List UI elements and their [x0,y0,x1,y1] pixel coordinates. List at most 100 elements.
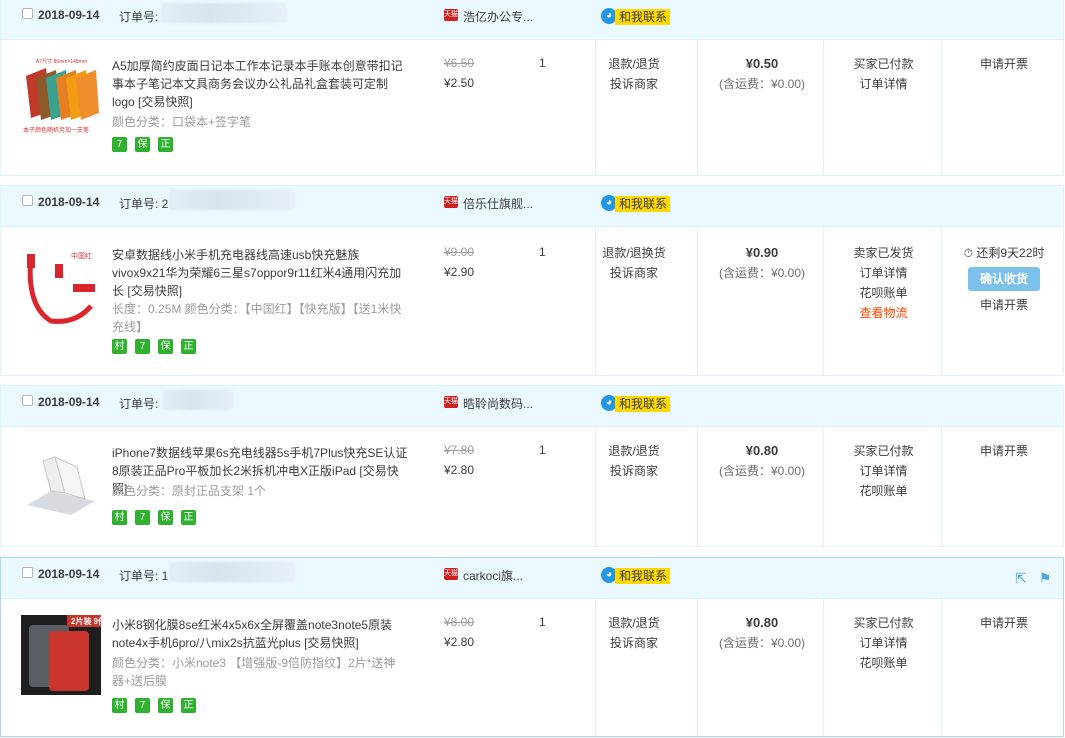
order-number-redacted [169,562,294,582]
invoice-link[interactable]: 申请开票 [944,295,1064,315]
refund-link[interactable]: 退款/退货 [598,54,670,74]
guarantee-icon[interactable]: 保 [158,698,173,713]
original-price: ¥8.00 [444,615,475,629]
complain-link[interactable]: 投诉商家 [598,633,670,653]
snapshot-link[interactable]: [交易快照] [304,636,359,650]
refund-link[interactable]: 退款/退货 [598,441,670,461]
unit-price: ¥2.90 [444,265,475,279]
shop-name[interactable]: 晧聆尚数码... [463,395,533,412]
order-number-label: 订单号: [119,397,159,411]
order-status: 买家已付款 订单详情 花呗账单 [826,613,941,673]
complain-link[interactable]: 投诉商家 [598,74,670,94]
order-actions: 申请开票 [944,613,1064,633]
seven-day-return-icon[interactable]: 7 [112,137,127,152]
guarantee-icon[interactable]: 保 [135,137,150,152]
order-detail-link[interactable]: 订单详情 [826,633,941,653]
unit-price: ¥2.50 [444,76,475,90]
huabei-bill-link[interactable]: 花呗账单 [826,283,941,303]
snapshot-link[interactable]: [交易快照] [127,284,182,298]
order-detail-link[interactable]: 订单详情 [826,74,941,94]
status-text: 卖家已发货 [853,246,914,260]
product-thumbnail[interactable]: 中国红 [21,246,101,326]
product-sku: 颜色分类：原封正品支架 1个 [112,484,267,498]
order-checkbox[interactable] [22,8,33,19]
seven-day-return-icon[interactable]: 7 [135,339,150,354]
product-thumbnail[interactable]: 2片装 9倍 [21,615,101,695]
huabei-bill-link[interactable]: 花呗账单 [826,481,941,501]
service-badges: 7保正 [112,137,181,153]
product-title[interactable]: 小米8钢化膜8se红米4x5x6x全屏覆盖note3note5原装note4x手… [112,616,410,652]
order-checkbox[interactable] [22,567,33,578]
item-operations: 退款/退货 投诉商家 [598,441,670,481]
tmall-icon: 天猫 [444,568,458,580]
shop-name[interactable]: 浩亿办公专... [463,8,533,25]
shop-name[interactable]: carkoci旗... [463,567,523,584]
clock-icon: ⏱ [963,246,973,260]
product-thumbnail[interactable] [21,443,101,523]
order-header: 2018-09-14 订单号: 天猫 浩亿办公专... ◕ 和我联系 [1,0,1063,40]
seven-day-return-icon[interactable]: 7 [135,698,150,713]
svg-text:2片装 9倍: 2片装 9倍 [71,616,101,626]
guarantee-icon[interactable]: 保 [158,510,173,525]
status-text: 买家已付款 [853,616,914,630]
order-date: 2018-09-14 [38,567,100,581]
genuine-icon[interactable]: 正 [181,510,196,525]
village-icon[interactable]: 村 [112,698,127,713]
order-total: ¥0.80 (含运费：¥0.00) [718,443,806,478]
flag-icon[interactable]: ⚑ [1037,570,1053,586]
order-card: 2018-09-14 订单号: 1 天猫 carkoci旗... ◕ 和我联系 ⇱… [0,557,1064,737]
original-price: ¥6.50 [444,56,475,70]
genuine-icon[interactable]: 正 [181,339,196,354]
product-sku: 颜色分类：小米note3 【增强版-9倍防指纹】2片*送神器+送后膜 [112,656,396,688]
order-header: 2018-09-14 订单号: 1 天猫 carkoci旗... ◕ 和我联系 ⇱… [1,558,1063,599]
countdown: ⏱ 还剩9天22时 [963,246,1045,260]
order-number-label: 订单号: 1 [119,569,169,583]
order-detail-link[interactable]: 订单详情 [826,263,941,283]
seven-day-return-icon[interactable]: 7 [135,510,150,525]
order-detail-link[interactable]: 订单详情 [826,461,941,481]
view-logistics-link[interactable]: 查看物流 [826,303,941,323]
quantity: 1 [539,56,546,70]
complain-link[interactable]: 投诉商家 [598,461,670,481]
invoice-link[interactable]: 申请开票 [944,441,1064,461]
order-checkbox[interactable] [22,195,33,206]
status-text: 买家已付款 [853,444,914,458]
order-status: 买家已付款 订单详情 花呗账单 [826,441,941,501]
snapshot-link[interactable]: [交易快照] [138,95,193,109]
village-icon[interactable]: 村 [112,510,127,525]
order-total: ¥0.80 (含运费：¥0.00) [718,615,806,650]
tmall-icon: 天猫 [444,196,458,208]
order-number-redacted [169,190,294,210]
order-checkbox[interactable] [22,395,33,406]
huabei-bill-link[interactable]: 花呗账单 [826,653,941,673]
order-actions: ⏱ 还剩9天22时 确认收货 申请开票 [944,243,1064,315]
guarantee-icon[interactable]: 保 [158,339,173,354]
confirm-receipt-button[interactable]: 确认收货 [968,267,1040,291]
complain-link[interactable]: 投诉商家 [598,263,670,283]
quantity: 1 [539,245,546,259]
invoice-link[interactable]: 申请开票 [944,54,1064,74]
order-header: 2018-09-14 订单号: 天猫 晧聆尚数码... ◕ 和我联系 [1,386,1063,427]
tmall-icon: 天猫 [444,396,458,408]
order-number-redacted [161,3,286,23]
item-operations: 退款/退货 投诉商家 [598,613,670,653]
svg-text:中国红: 中国红 [71,251,92,260]
share-icon[interactable]: ⇱ [1013,570,1029,586]
refund-link[interactable]: 退款/退换货 [598,243,670,263]
genuine-icon[interactable]: 正 [158,137,173,152]
shop-name[interactable]: 倍乐仕旗舰... [463,195,533,212]
product-thumbnail[interactable]: A7尺寸 86mm×145mm 本子颜色随机另加一支笔 [21,56,101,136]
order-status: 买家已付款 订单详情 [826,54,941,94]
refund-link[interactable]: 退款/退货 [598,613,670,633]
product-title[interactable]: 安卓数据线小米手机充电器线高速usb快充魅族vivox9x21华为荣耀6三星s7… [112,246,410,300]
genuine-icon[interactable]: 正 [181,698,196,713]
product-title[interactable]: A5加厚简约皮面日记本工作本记录本手账本创意带扣记事本子笔记本文具商务会议办公礼… [112,57,410,111]
item-operations: 退款/退货 投诉商家 [598,54,670,94]
svg-text:A7尺寸 86mm×145mm: A7尺寸 86mm×145mm [36,58,87,65]
original-price: ¥7.80 [444,443,475,457]
tmall-icon: 天猫 [444,9,458,21]
village-icon[interactable]: 村 [112,339,127,354]
status-text: 买家已付款 [853,57,914,71]
invoice-link[interactable]: 申请开票 [944,613,1064,633]
order-card: 2018-09-14 订单号: 天猫 晧聆尚数码... ◕ 和我联系 iPhone… [0,385,1064,547]
